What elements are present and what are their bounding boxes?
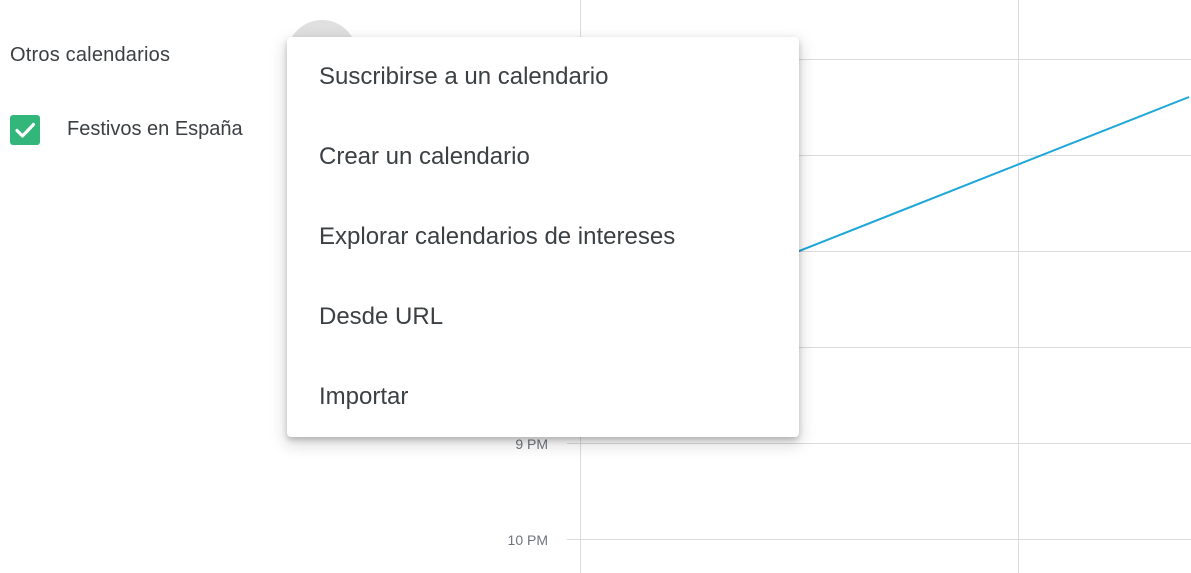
menu-item-browse-interests[interactable]: Explorar calendarios de intereses: [287, 197, 799, 277]
grid-day-divider: [1018, 0, 1019, 573]
menu-item-label: Importar: [319, 383, 409, 410]
calendar-checkbox[interactable]: [10, 115, 40, 145]
time-label-10pm: 10 PM: [507, 532, 548, 548]
menu-item-label: Crear un calendario: [319, 143, 530, 170]
calendar-item-label: Festivos en España: [67, 118, 243, 140]
checkmark-icon: [15, 122, 36, 138]
calendar-screen: 9 PM 10 PM Otros calendarios Festivos en…: [0, 0, 1191, 573]
calendar-item-festivos[interactable]: Festivos en España: [10, 112, 290, 148]
menu-item-import[interactable]: Importar: [287, 357, 799, 437]
add-calendar-menu: Suscribirse a un calendario Crear un cal…: [287, 37, 799, 437]
other-calendars-title: Otros calendarios: [10, 44, 171, 66]
time-label-9pm: 9 PM: [515, 436, 548, 452]
menu-item-label: Explorar calendarios de intereses: [319, 223, 676, 250]
menu-item-label: Suscribirse a un calendario: [319, 63, 609, 90]
menu-item-subscribe[interactable]: Suscribirse a un calendario: [287, 37, 799, 117]
grid-hour-line: [567, 539, 1191, 540]
menu-item-from-url[interactable]: Desde URL: [287, 277, 799, 357]
menu-item-label: Desde URL: [319, 303, 444, 330]
grid-hour-line: [567, 443, 1191, 444]
menu-item-create[interactable]: Crear un calendario: [287, 117, 799, 197]
